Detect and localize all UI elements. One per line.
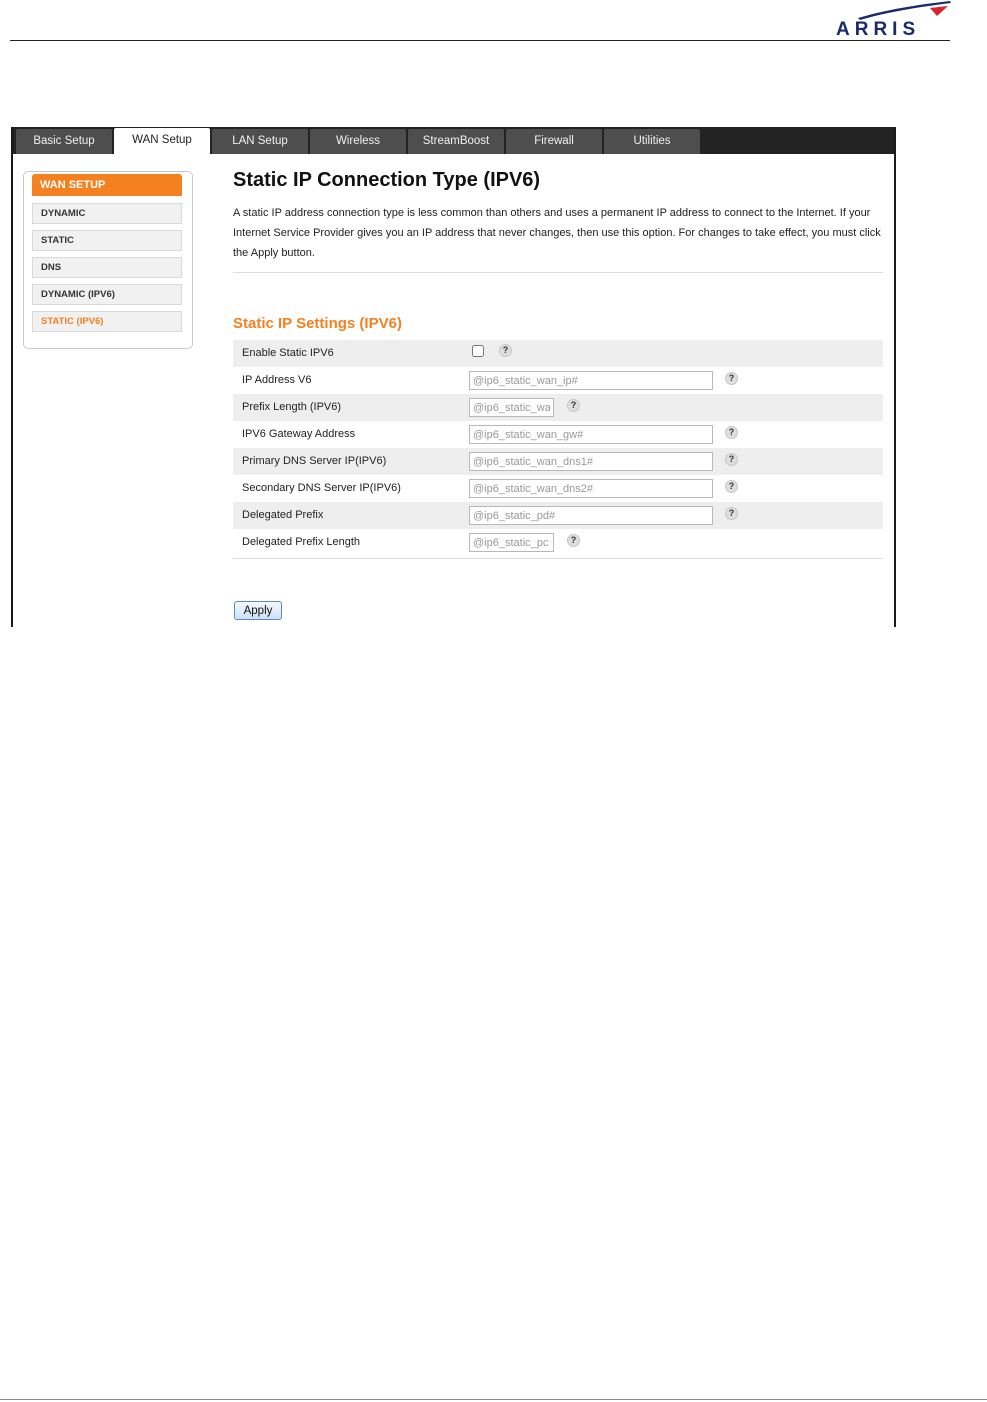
help-question-icon[interactable]: ? xyxy=(567,534,580,547)
row-prefix-length-ipv6: Prefix Length (IPV6) ? xyxy=(233,394,883,421)
row-label: Prefix Length (IPV6) xyxy=(242,401,342,413)
help-question-icon[interactable]: ? xyxy=(725,480,738,493)
row-label: IPV6 Gateway Address xyxy=(242,428,356,440)
document-header: ARRIS xyxy=(0,0,987,48)
logo-text: ARRIS xyxy=(836,19,921,40)
help-question-icon[interactable]: ? xyxy=(725,507,738,520)
router-admin-window: Basic Setup WAN Setup LAN Setup Wireless… xyxy=(11,127,896,627)
tab-lan-setup[interactable]: LAN Setup xyxy=(212,129,308,154)
tab-wireless[interactable]: Wireless xyxy=(310,129,406,154)
secondary-dns-ipv6-input[interactable] xyxy=(469,479,713,498)
tab-basic-setup[interactable]: Basic Setup xyxy=(16,129,112,154)
sidebar-heading: WAN SETUP xyxy=(32,174,182,196)
help-question-icon[interactable]: ? xyxy=(725,453,738,466)
tab-utilities[interactable]: Utilities xyxy=(604,129,700,154)
divider xyxy=(233,272,883,273)
row-label: Secondary DNS Server IP(IPV6) xyxy=(242,482,401,494)
tab-streamboost[interactable]: StreamBoost xyxy=(408,129,504,154)
row-label: Primary DNS Server IP(IPV6) xyxy=(242,455,387,467)
delegated-prefix-length-input[interactable] xyxy=(469,533,554,552)
row-label: Delegated Prefix Length xyxy=(242,536,361,548)
row-secondary-dns-ipv6: Secondary DNS Server IP(IPV6) ? xyxy=(233,475,883,502)
row-enable-static-ipv6: Enable Static IPV6 ? xyxy=(233,340,883,367)
sidebar-item-dynamic-ipv6[interactable]: DYNAMIC (IPV6) xyxy=(32,284,182,305)
row-label: IP Address V6 xyxy=(242,374,312,386)
help-question-icon[interactable]: ? xyxy=(725,426,738,439)
tab-bar: Basic Setup WAN Setup LAN Setup Wireless… xyxy=(13,127,894,154)
row-delegated-prefix-length: Delegated Prefix Length ? xyxy=(233,529,883,556)
ip-address-v6-input[interactable] xyxy=(469,371,713,390)
intro-text: A static IP address connection type is l… xyxy=(233,207,881,259)
apply-button[interactable]: Apply xyxy=(234,601,282,620)
row-ipv6-gateway-address: IPV6 Gateway Address ? xyxy=(233,421,883,448)
sidebar-item-static[interactable]: STATIC xyxy=(32,230,182,251)
ipv6-gateway-address-input[interactable] xyxy=(469,425,713,444)
row-label: Delegated Prefix xyxy=(242,509,324,521)
sidebar: WAN SETUP DYNAMIC STATIC DNS DYNAMIC (IP… xyxy=(23,171,193,349)
arris-logo: ARRIS xyxy=(830,0,955,42)
help-question-icon[interactable]: ? xyxy=(499,344,512,357)
sidebar-item-dns[interactable]: DNS xyxy=(32,257,182,278)
tab-wan-setup[interactable]: WAN Setup xyxy=(114,128,210,154)
delegated-prefix-input[interactable] xyxy=(469,506,713,525)
prefix-length-ipv6-input[interactable] xyxy=(469,398,554,417)
footer-rule xyxy=(0,1399,987,1400)
section-title: Static IP Settings (IPV6) xyxy=(233,315,402,332)
table-bottom-rule xyxy=(233,558,883,559)
row-ip-address-v6: IP Address V6 ? xyxy=(233,367,883,394)
row-label: Enable Static IPV6 xyxy=(242,347,334,359)
sidebar-item-static-ipv6[interactable]: STATIC (IPV6) xyxy=(32,311,182,332)
sidebar-item-dynamic[interactable]: DYNAMIC xyxy=(32,203,182,224)
page-title: Static IP Connection Type (IPV6) xyxy=(233,169,541,191)
row-primary-dns-ipv6: Primary DNS Server IP(IPV6) ? xyxy=(233,448,883,475)
row-delegated-prefix: Delegated Prefix ? xyxy=(233,502,883,529)
tab-firewall[interactable]: Firewall xyxy=(506,129,602,154)
primary-dns-ipv6-input[interactable] xyxy=(469,452,713,471)
help-question-icon[interactable]: ? xyxy=(725,372,738,385)
help-question-icon[interactable]: ? xyxy=(567,399,580,412)
header-rule xyxy=(10,40,950,41)
enable-static-ipv6-checkbox[interactable] xyxy=(472,345,484,357)
